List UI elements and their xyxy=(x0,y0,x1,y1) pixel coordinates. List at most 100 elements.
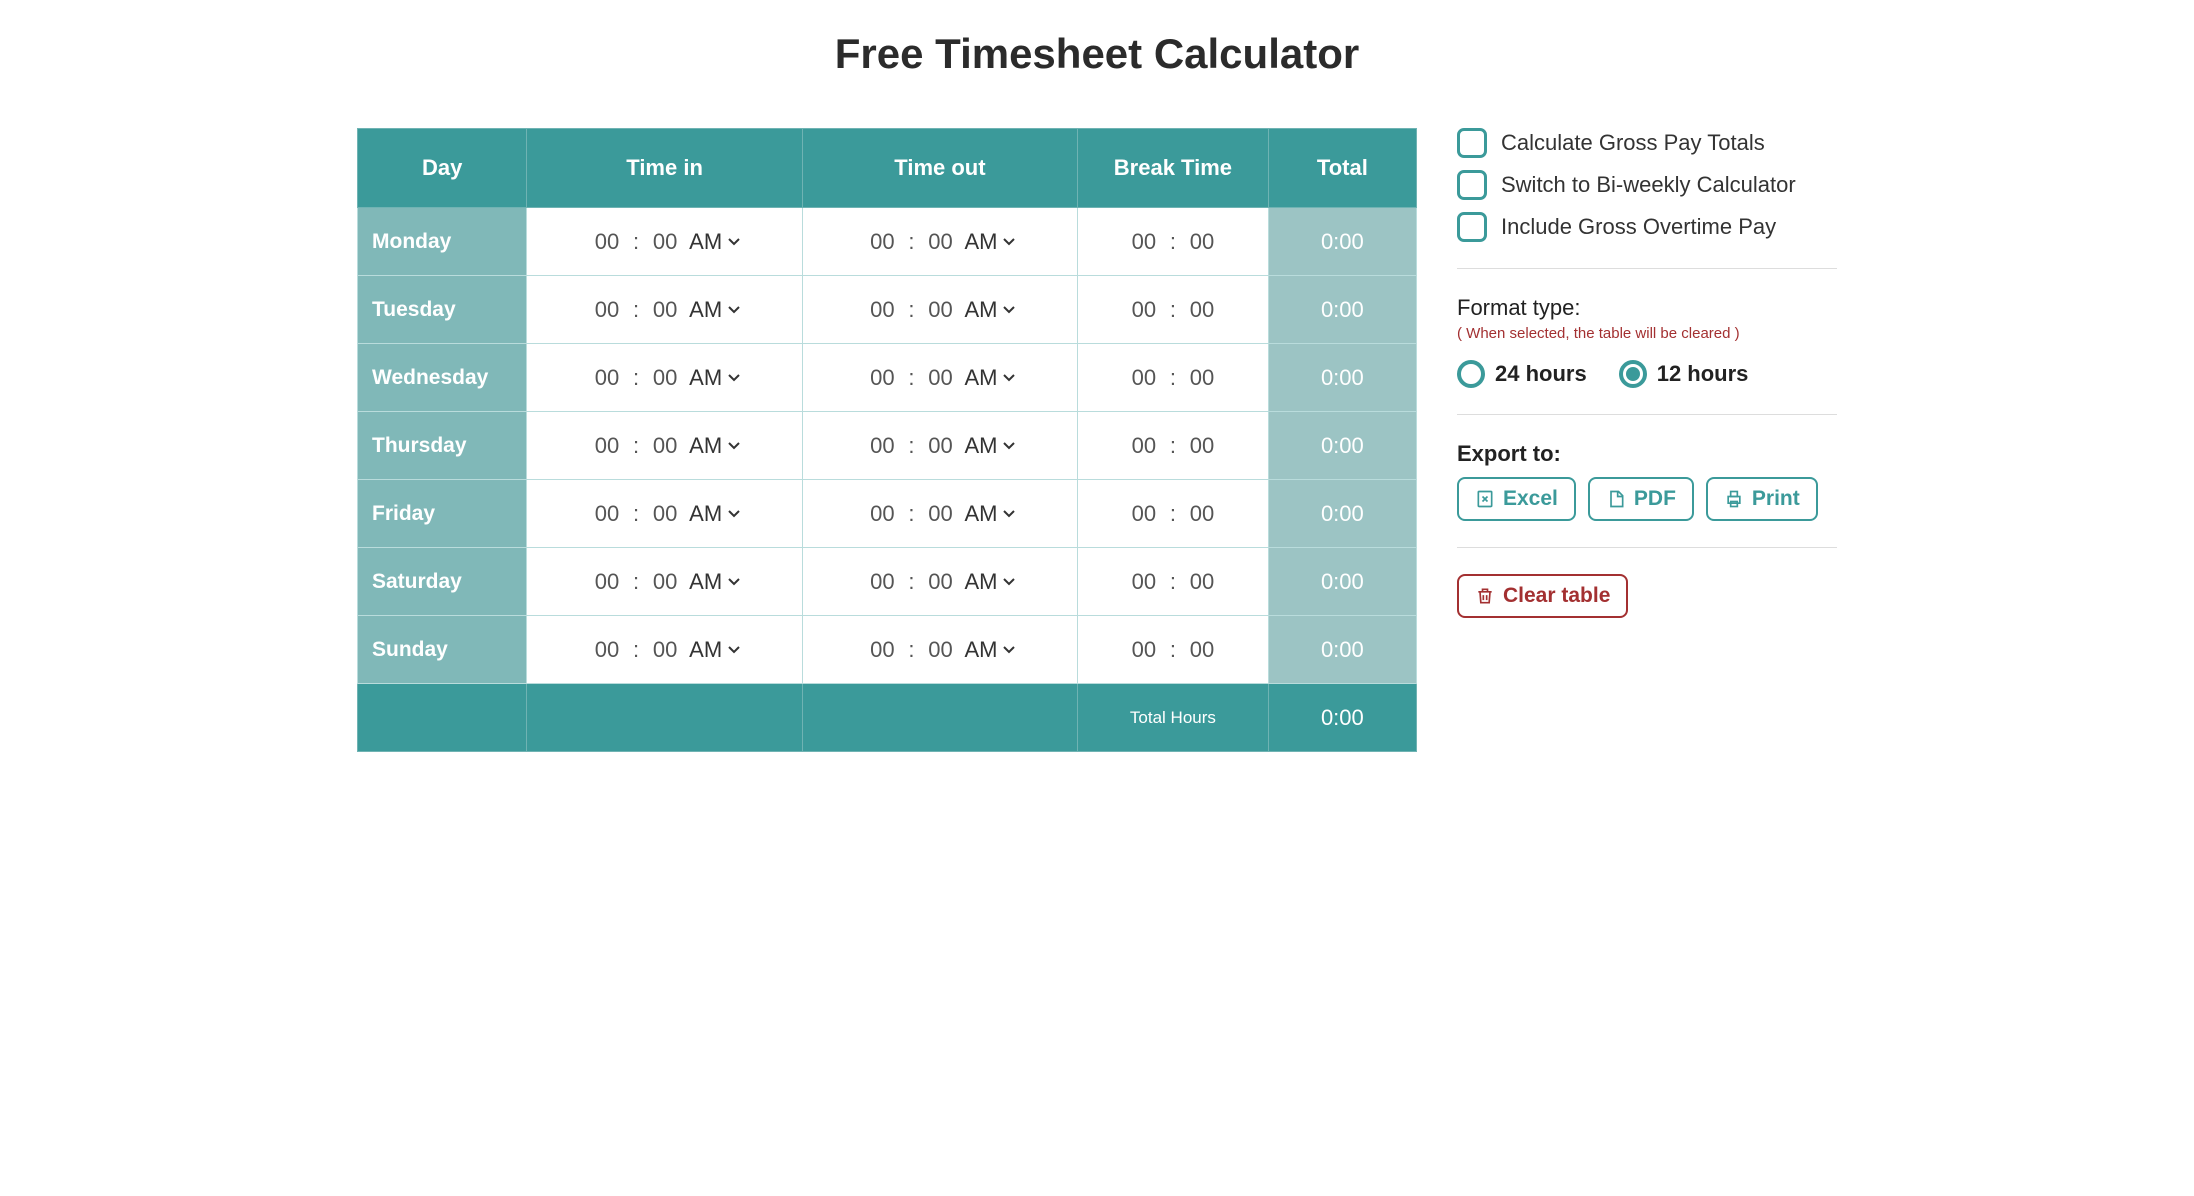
break-minute-input[interactable] xyxy=(1184,569,1220,595)
colon: : xyxy=(906,297,916,323)
col-header-timeout: Time out xyxy=(802,129,1077,208)
time-out-ampm-select[interactable]: AMPM xyxy=(964,229,1015,254)
time-out-ampm-select[interactable]: AMPM xyxy=(964,637,1015,662)
break-hour-input[interactable] xyxy=(1126,569,1162,595)
time-out-hour-input[interactable] xyxy=(864,433,900,459)
day-cell: Wednesday xyxy=(358,344,527,412)
time-out-hour-input[interactable] xyxy=(864,297,900,323)
colon: : xyxy=(906,637,916,663)
option-overtime[interactable]: Include Gross Overtime Pay xyxy=(1457,212,1837,242)
colon: : xyxy=(631,229,641,255)
time-in-cell: : AMPM xyxy=(527,616,802,684)
break-minute-input[interactable] xyxy=(1184,297,1220,323)
time-out-minute-input[interactable] xyxy=(922,433,958,459)
time-in-minute-input[interactable] xyxy=(647,501,683,527)
break-minute-input[interactable] xyxy=(1184,229,1220,255)
break-hour-input[interactable] xyxy=(1126,501,1162,527)
format-type-note: ( When selected, the table will be clear… xyxy=(1457,325,1837,342)
button-label: PDF xyxy=(1634,487,1676,511)
colon: : xyxy=(906,569,916,595)
break-hour-input[interactable] xyxy=(1126,365,1162,391)
time-out-minute-input[interactable] xyxy=(922,501,958,527)
colon: : xyxy=(631,637,641,663)
break-minute-input[interactable] xyxy=(1184,637,1220,663)
time-out-hour-input[interactable] xyxy=(864,501,900,527)
break-hour-input[interactable] xyxy=(1126,433,1162,459)
time-out-minute-input[interactable] xyxy=(922,569,958,595)
time-in-minute-input[interactable] xyxy=(647,229,683,255)
time-out-hour-input[interactable] xyxy=(864,229,900,255)
time-in-hour-input[interactable] xyxy=(589,501,625,527)
time-in-hour-input[interactable] xyxy=(589,569,625,595)
break-minute-input[interactable] xyxy=(1184,501,1220,527)
time-in-hour-input[interactable] xyxy=(589,365,625,391)
break-hour-input[interactable] xyxy=(1126,637,1162,663)
timesheet-table-container: Day Time in Time out Break Time Total Mo… xyxy=(357,128,1417,752)
option-label: Switch to Bi-weekly Calculator xyxy=(1501,172,1796,198)
time-out-minute-input[interactable] xyxy=(922,365,958,391)
colon: : xyxy=(1168,229,1178,255)
time-out-minute-input[interactable] xyxy=(922,637,958,663)
time-in-hour-input[interactable] xyxy=(589,433,625,459)
row-total-cell: 0:00 xyxy=(1268,412,1416,480)
break-cell: : xyxy=(1078,616,1269,684)
export-excel-button[interactable]: Excel xyxy=(1457,477,1576,521)
col-header-break: Break Time xyxy=(1078,129,1269,208)
time-out-cell: :AMPM xyxy=(802,412,1077,480)
time-out-hour-input[interactable] xyxy=(864,569,900,595)
radio-icon xyxy=(1457,360,1485,388)
time-in-hour-input[interactable] xyxy=(589,637,625,663)
row-total-cell: 0:00 xyxy=(1268,208,1416,276)
time-in-ampm-select[interactable]: AMPM xyxy=(689,229,740,254)
time-out-ampm-select[interactable]: AMPM xyxy=(964,297,1015,322)
time-out-hour-input[interactable] xyxy=(864,365,900,391)
time-in-minute-input[interactable] xyxy=(647,637,683,663)
pdf-icon xyxy=(1606,489,1626,509)
time-out-minute-input[interactable] xyxy=(922,297,958,323)
time-in-ampm-select[interactable]: AMPM xyxy=(689,637,740,662)
time-out-ampm-select[interactable]: AMPM xyxy=(964,569,1015,594)
time-in-ampm-select[interactable]: AMPM xyxy=(689,297,740,322)
time-out-hour-input[interactable] xyxy=(864,637,900,663)
row-total-cell: 0:00 xyxy=(1268,276,1416,344)
button-label: Print xyxy=(1752,487,1800,511)
col-header-day: Day xyxy=(358,129,527,208)
radio-12-hours[interactable]: 12 hours xyxy=(1619,360,1749,388)
time-in-ampm-select[interactable]: AMPM xyxy=(689,365,740,390)
break-cell: : xyxy=(1078,480,1269,548)
clear-table-button[interactable]: Clear table xyxy=(1457,574,1628,618)
time-in-hour-input[interactable] xyxy=(589,297,625,323)
time-in-minute-input[interactable] xyxy=(647,297,683,323)
option-gross-pay[interactable]: Calculate Gross Pay Totals xyxy=(1457,128,1837,158)
export-pdf-button[interactable]: PDF xyxy=(1588,477,1694,521)
table-row: Friday:AMPM:AMPM:0:00 xyxy=(358,480,1417,548)
colon: : xyxy=(631,501,641,527)
colon: : xyxy=(1168,297,1178,323)
row-total-cell: 0:00 xyxy=(1268,548,1416,616)
colon: : xyxy=(1168,637,1178,663)
break-hour-input[interactable] xyxy=(1126,297,1162,323)
time-in-minute-input[interactable] xyxy=(647,433,683,459)
time-in-ampm-select[interactable]: AMPM xyxy=(689,569,740,594)
time-out-ampm-select[interactable]: AMPM xyxy=(964,365,1015,390)
colon: : xyxy=(631,433,641,459)
time-in-cell: : AMPM xyxy=(527,480,802,548)
radio-24-hours[interactable]: 24 hours xyxy=(1457,360,1587,388)
time-in-hour-input[interactable] xyxy=(589,229,625,255)
option-biweekly[interactable]: Switch to Bi-weekly Calculator xyxy=(1457,170,1837,200)
time-in-ampm-select[interactable]: AMPM xyxy=(689,433,740,458)
break-minute-input[interactable] xyxy=(1184,433,1220,459)
time-out-minute-input[interactable] xyxy=(922,229,958,255)
divider xyxy=(1457,268,1837,269)
break-cell: : xyxy=(1078,276,1269,344)
time-out-ampm-select[interactable]: AMPM xyxy=(964,433,1015,458)
time-out-cell: : AMPM xyxy=(802,616,1077,684)
print-button[interactable]: Print xyxy=(1706,477,1818,521)
day-cell: Tuesday xyxy=(358,276,527,344)
time-in-minute-input[interactable] xyxy=(647,569,683,595)
break-minute-input[interactable] xyxy=(1184,365,1220,391)
break-hour-input[interactable] xyxy=(1126,229,1162,255)
time-in-minute-input[interactable] xyxy=(647,365,683,391)
time-in-ampm-select[interactable]: AMPM xyxy=(689,501,740,526)
time-out-ampm-select[interactable]: AMPM xyxy=(964,501,1015,526)
